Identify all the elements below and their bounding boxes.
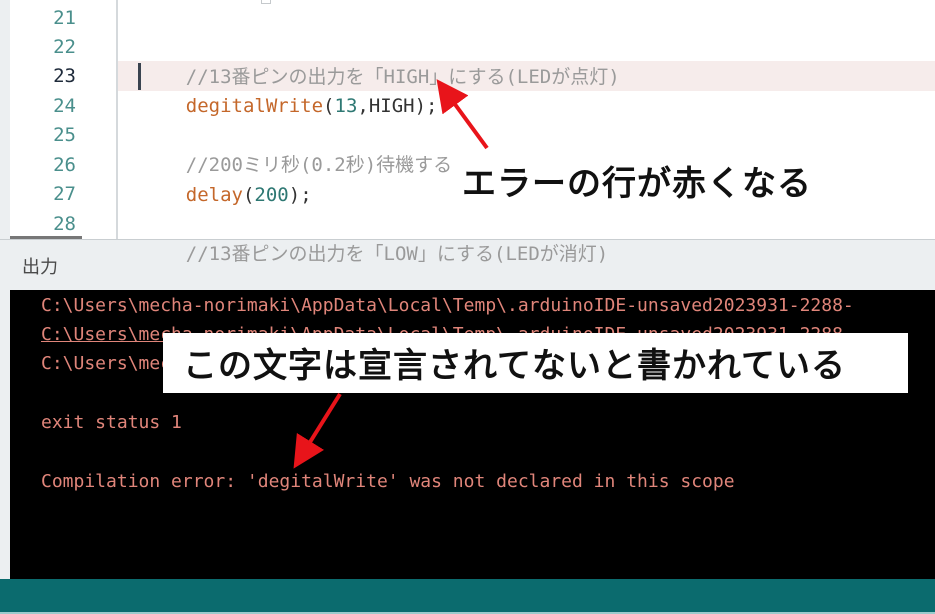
annotation-undeclared: この文字は宣言されてないと書かれている bbox=[183, 346, 846, 386]
code-number: 200 bbox=[254, 184, 289, 206]
code-punct: ( bbox=[323, 95, 335, 117]
console-exit-status: exit status 1 bbox=[41, 412, 182, 433]
line-number: 25 bbox=[53, 124, 76, 146]
console-error-message: Compilation error: 'degitalWrite' was no… bbox=[41, 471, 735, 492]
code-function: degitalWrite bbox=[185, 95, 324, 117]
code-comment: //13番ピンの出力を「LOW」にする(LEDが消灯) bbox=[185, 243, 609, 265]
code-punct: ( bbox=[242, 184, 255, 206]
text-cursor bbox=[138, 63, 141, 90]
annotation-error-line: エラーの行が赤くなる bbox=[462, 164, 812, 204]
line-number: 28 bbox=[53, 213, 76, 235]
line-number: 24 bbox=[53, 95, 76, 117]
line-number-current: 23 bbox=[53, 65, 76, 87]
line-number: 26 bbox=[53, 154, 76, 176]
code-line[interactable]: //13番ピンの出力を「LOW」にする(LEDが消灯) bbox=[140, 209, 608, 299]
code-punct: ); bbox=[288, 184, 312, 206]
editor-left-strip bbox=[0, 0, 10, 240]
console-line: C:\Users\mecha-norimaki\AppData\Local\Te… bbox=[41, 295, 854, 316]
code-function: delay bbox=[185, 184, 243, 206]
code-number: 13 bbox=[334, 95, 358, 117]
fold-marker bbox=[261, 0, 271, 4]
line-number: 22 bbox=[53, 36, 76, 58]
editor-divider bbox=[0, 239, 935, 240]
gutter-divider bbox=[116, 0, 118, 240]
status-bar bbox=[0, 579, 935, 612]
output-panel-title: 出力 bbox=[22, 257, 58, 278]
code-punct: ,HIGH); bbox=[357, 95, 438, 117]
line-number: 21 bbox=[53, 7, 76, 29]
line-number: 27 bbox=[53, 183, 76, 205]
